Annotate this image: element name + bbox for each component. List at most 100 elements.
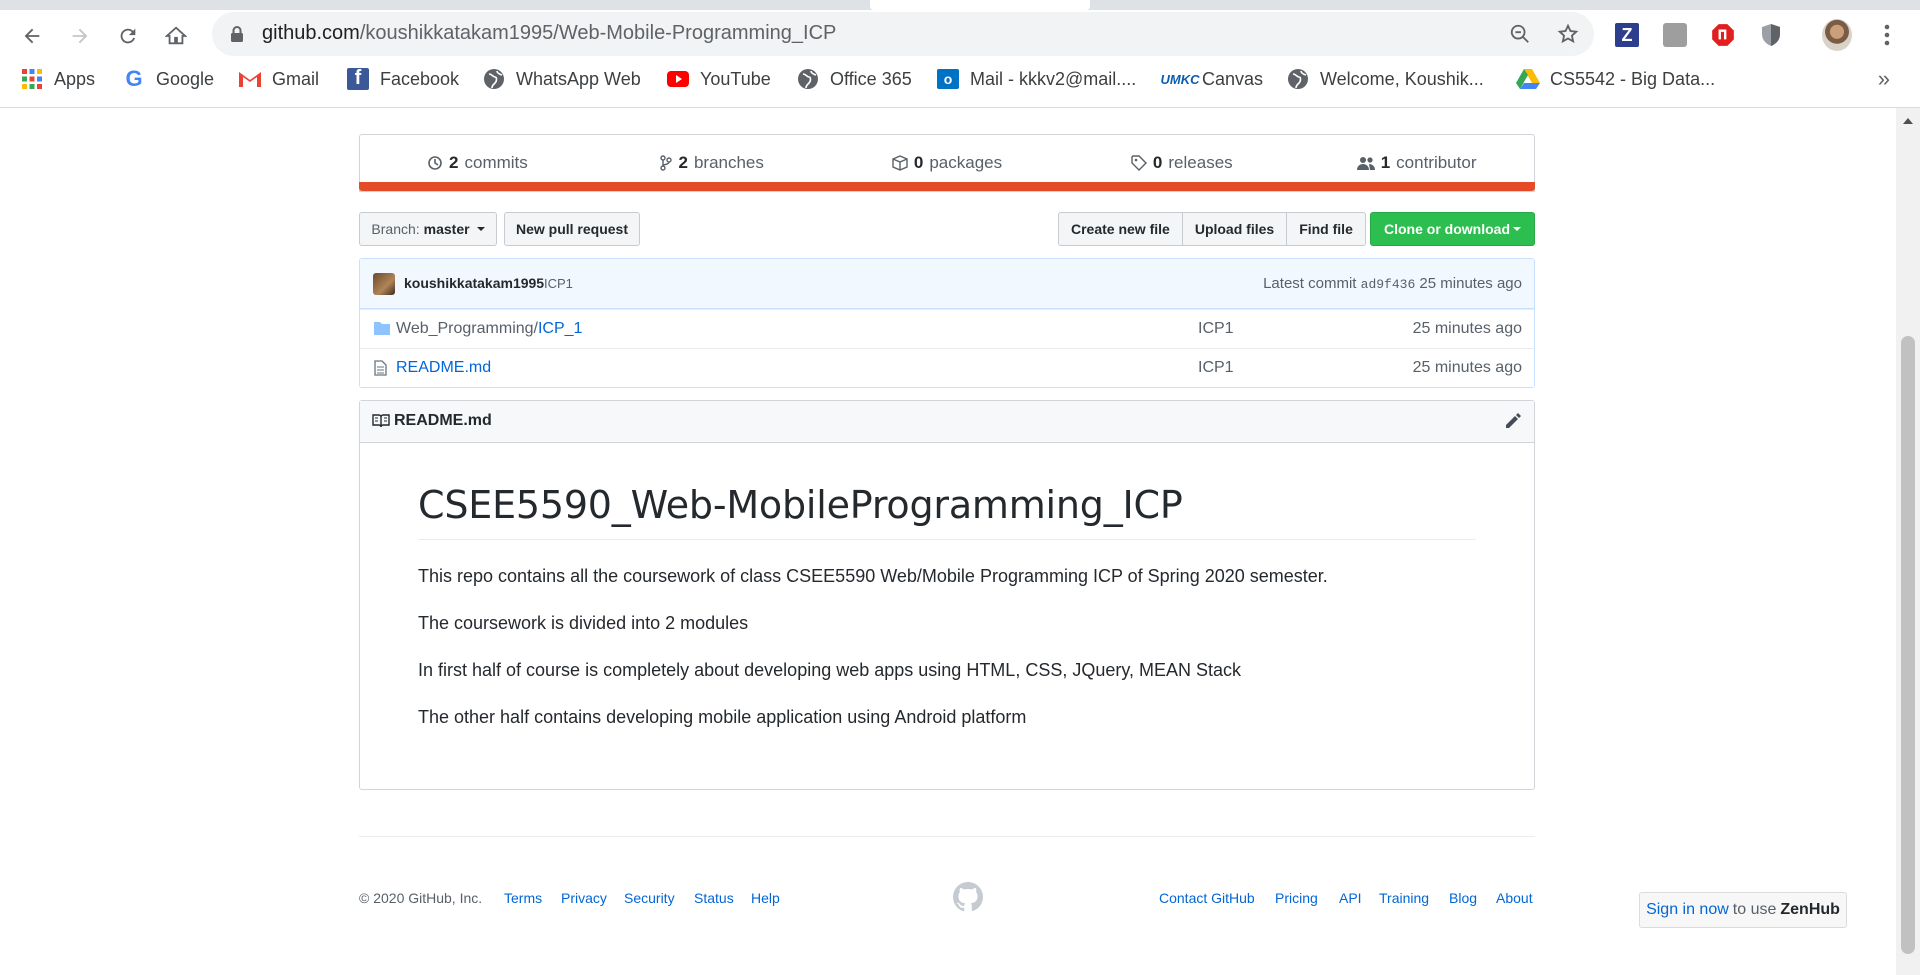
bookmark-apps[interactable]: Apps — [20, 62, 95, 96]
github-logo-icon[interactable] — [953, 882, 983, 912]
scrollbar-thumb[interactable] — [1901, 336, 1915, 954]
bookmark-label: Google — [156, 68, 215, 89]
bookmark-canvas[interactable]: UMKC Canvas — [1160, 62, 1264, 96]
forward-button[interactable] — [60, 16, 100, 56]
tag-icon — [1131, 155, 1147, 171]
folder-path: Web_Programming/ — [396, 320, 538, 337]
extension-person-icon[interactable] — [1660, 20, 1690, 50]
bookmark-youtube[interactable]: YouTube — [666, 62, 771, 96]
readme-paragraph: In first half of course is completely ab… — [418, 660, 1242, 680]
star-icon[interactable] — [1556, 22, 1580, 46]
new-pull-request-button[interactable]: New pull request — [504, 212, 640, 246]
bookmark-office365[interactable]: Office 365 — [796, 62, 912, 96]
file-table: koushikkatakam1995 ICP1 Latest commit ad… — [359, 258, 1535, 388]
avatar[interactable] — [373, 273, 395, 295]
latest-commit-info: Latest commit ad9f436 25 minutes ago — [1263, 275, 1522, 292]
umkc-icon: UMKC — [1160, 71, 1200, 87]
book-icon — [372, 414, 390, 428]
copyright: © 2020 GitHub, Inc. — [359, 890, 483, 906]
table-row[interactable]: Web_Programming/ICP_1 ICP1 25 minutes ag… — [360, 309, 1534, 348]
reload-button[interactable] — [108, 16, 148, 56]
zotero-icon[interactable]: Z — [1612, 20, 1642, 50]
table-row[interactable]: README.md ICP1 25 minutes ago — [360, 348, 1534, 387]
zenhub-signin-button[interactable]: Sign in now to use ZenHub — [1639, 892, 1847, 928]
commits-count: 2 — [449, 153, 459, 172]
footer-link-help[interactable]: Help — [751, 890, 780, 906]
bookmark-label: Mail - kkkv2@mail.... — [970, 68, 1137, 89]
address-bar[interactable]: github.com/koushikkatakam1995/Web-Mobile… — [212, 12, 1594, 56]
bookmark-whatsapp[interactable]: WhatsApp Web — [482, 62, 641, 96]
language-bar[interactable] — [359, 182, 1535, 191]
people-icon — [1356, 157, 1375, 170]
file-name-link[interactable]: README.md — [396, 359, 491, 377]
back-button[interactable] — [12, 16, 52, 56]
releases-count: 0 — [1152, 153, 1163, 172]
bookmark-facebook[interactable]: f Facebook — [346, 62, 459, 96]
create-new-file-button[interactable]: Create new file — [1058, 212, 1183, 246]
upload-files-button[interactable]: Upload files — [1181, 212, 1288, 246]
footer-link-contact[interactable]: Contact GitHub — [1159, 890, 1255, 906]
commit-author[interactable]: koushikkatakam1995 — [404, 275, 544, 291]
page-scrollbar[interactable] — [1896, 108, 1920, 975]
profile-avatar[interactable] — [1822, 19, 1852, 51]
bookmark-gmail[interactable]: Gmail — [238, 62, 319, 96]
readme-paragraph: The coursework is divided into 2 modules — [418, 613, 749, 633]
google-drive-icon — [1516, 67, 1540, 91]
bookmark-label: Welcome, Koushik... — [1320, 68, 1484, 89]
active-tab[interactable] — [870, 0, 1090, 10]
footer-divider — [359, 836, 1535, 837]
footer-link-status[interactable]: Status — [694, 890, 734, 906]
url-text[interactable]: github.com/koushikkatakam1995/Web-Mobile… — [262, 22, 836, 45]
bookmark-label: Apps — [54, 68, 96, 89]
bookmark-welcome[interactable]: Welcome, Koushik... — [1286, 62, 1484, 96]
bookmark-label: WhatsApp Web — [516, 68, 641, 89]
adblock-icon[interactable] — [1708, 20, 1738, 50]
footer-link-pricing[interactable]: Pricing — [1275, 890, 1318, 906]
commit-sha[interactable]: ad9f436 — [1361, 277, 1416, 292]
outlook-icon: o — [936, 67, 960, 91]
bookmarks-overflow-button[interactable]: » — [1878, 66, 1890, 92]
file-commit-message[interactable]: ICP1 — [1198, 320, 1234, 338]
readme-box: README.md CSEE5590_Web-MobileProgramming… — [359, 400, 1535, 790]
folder-name: ICP_1 — [537, 320, 583, 337]
bookmark-google[interactable]: G Google — [122, 62, 214, 96]
url-path: /koushikkatakam1995/Web-Mobile-Programmi… — [359, 22, 837, 44]
footer-link-blog[interactable]: Blog — [1449, 890, 1477, 906]
clone-or-download-button[interactable]: Clone or download — [1370, 212, 1535, 246]
pencil-icon[interactable] — [1504, 412, 1522, 430]
readme-paragraph: This repo contains all the coursework of… — [418, 566, 1328, 586]
globe-icon — [796, 67, 820, 91]
branches-label: branches — [693, 153, 764, 172]
commits-label: commits — [464, 153, 528, 172]
arrow-right-icon — [72, 28, 88, 44]
footer-link-terms[interactable]: Terms — [504, 890, 542, 906]
facebook-icon: f — [346, 67, 370, 91]
readme-heading: CSEE5590_Web-MobileProgramming_ICP — [418, 483, 1476, 540]
bookmark-cs5542[interactable]: CS5542 - Big Data... — [1516, 62, 1715, 96]
bookmark-label: YouTube — [700, 68, 771, 89]
bookmark-mail[interactable]: o Mail - kkkv2@mail.... — [936, 62, 1136, 96]
home-button[interactable] — [156, 16, 196, 56]
footer-link-training[interactable]: Training — [1379, 890, 1429, 906]
zoom-icon[interactable] — [1508, 22, 1532, 46]
packages-label: packages — [929, 153, 1003, 172]
scroll-up-arrow-icon[interactable] — [1903, 118, 1913, 124]
menu-kebab-icon[interactable] — [1872, 20, 1902, 50]
latest-commit-label: Latest commit — [1263, 275, 1357, 292]
file-name-link[interactable]: Web_Programming/ICP_1 — [396, 320, 582, 338]
footer-link-api[interactable]: API — [1339, 890, 1362, 906]
branch-prefix: Branch: — [371, 221, 420, 237]
zenhub-signin-link[interactable]: Sign in now — [1646, 901, 1729, 919]
readme-header: README.md — [360, 401, 1534, 443]
branch-select-button[interactable]: Branch: master — [359, 212, 497, 246]
shield-icon[interactable] — [1756, 20, 1786, 50]
tab-strip — [0, 0, 1920, 10]
commit-message[interactable]: ICP1 — [544, 276, 573, 291]
footer-link-privacy[interactable]: Privacy — [561, 890, 607, 906]
footer-link-security[interactable]: Security — [624, 890, 675, 906]
file-commit-message[interactable]: ICP1 — [1198, 359, 1234, 377]
find-file-button[interactable]: Find file — [1286, 212, 1366, 246]
footer-link-about[interactable]: About — [1496, 890, 1533, 906]
file-icon — [374, 360, 387, 376]
bookmark-label: Canvas — [1202, 68, 1264, 89]
